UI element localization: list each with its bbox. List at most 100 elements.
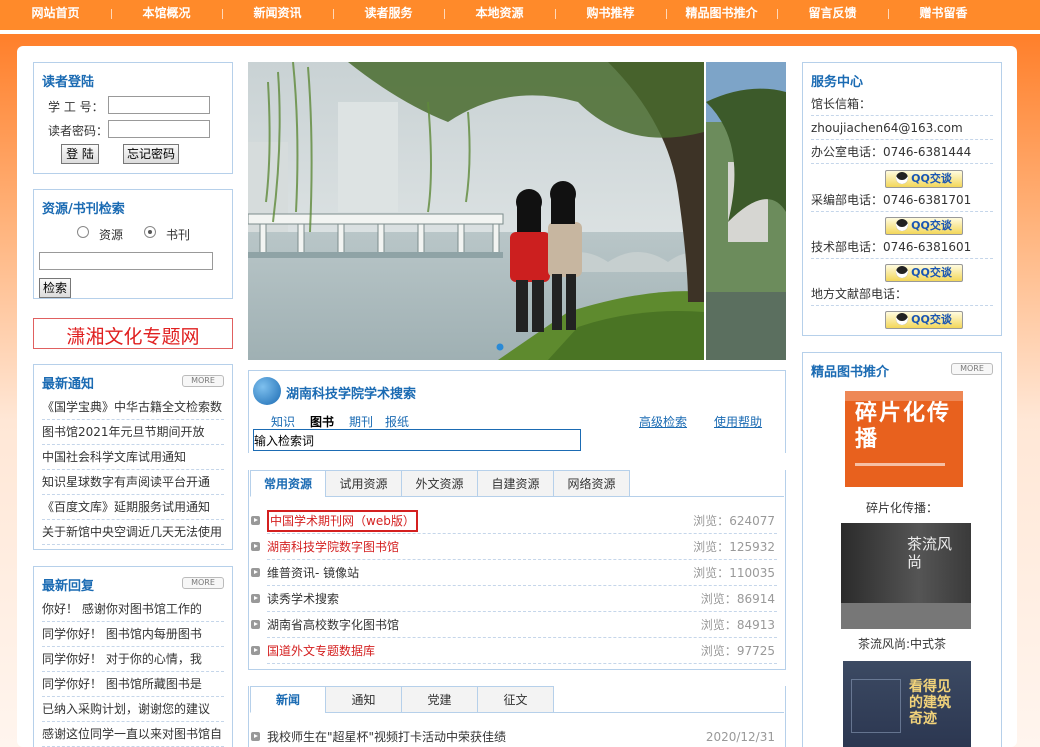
forgot-password-button[interactable]: 忘记密码 — [123, 144, 179, 164]
featured-books-box: 精品图书推介 MORE 碎片化传播 碎片化传播： 茶流风尚 茶流风尚:中式茶 看… — [802, 352, 1002, 747]
qq-chat-button-office[interactable]: QQ交谈 — [885, 170, 963, 188]
view-count: 125932 — [729, 540, 775, 554]
featured-books-title: 精品图书推介 — [811, 365, 890, 380]
tech-phone: 技术部电话：0746-6381601 — [811, 236, 993, 259]
director-mailbox-label: 馆长信箱： — [811, 93, 993, 116]
resource-row[interactable]: 维普资讯- 镜像站 浏览：110035 — [251, 560, 777, 586]
resource-row[interactable]: 湖南科技学院数字图书馆 浏览：125932 — [251, 534, 777, 560]
book-caption[interactable]: 茶流风尚:中式茶 — [803, 635, 1001, 652]
notice-item[interactable]: 《国学宝典》中华古籍全文检索数 — [42, 395, 224, 420]
resource-row[interactable]: 国道外文专题数据库 浏览：97725 — [251, 638, 777, 664]
notice-item[interactable]: 知识星球数字有声阅读平台开通 — [42, 470, 224, 495]
notices-more-button[interactable]: MORE — [182, 375, 224, 387]
tab-trial-resources[interactable]: 试用资源 — [325, 470, 402, 497]
news-title[interactable]: 我校师生在"超星杯"视频打卡活动中荣获佳绩 — [267, 730, 506, 744]
featured-books-more-button[interactable]: MORE — [951, 363, 993, 375]
radio-resources[interactable] — [77, 226, 89, 238]
book-cover[interactable]: 看得见的建筑奇迹 — [843, 661, 971, 747]
bullet-arrow-icon — [251, 620, 260, 629]
scholar-logo-icon — [253, 377, 281, 405]
tab-foreign-resources[interactable]: 外文资源 — [401, 470, 478, 497]
xiangxiang-culture-banner[interactable]: 潇湘文化专题网 — [33, 318, 233, 349]
search-box: 资源/书刊检索 资源 书刊 检索 — [33, 189, 233, 299]
qq-chat-button-cataloging[interactable]: QQ交谈 — [885, 217, 963, 235]
nav-about[interactable]: 本馆概况 — [111, 0, 222, 26]
bullet-arrow-icon — [251, 542, 260, 551]
tab-notices[interactable]: 通知 — [325, 686, 402, 713]
replies-box: 最新回复 MORE 你好！ 感谢你对图书馆工作的 同学你好！ 图书馆内每册图书 … — [33, 566, 233, 747]
qq-chat-button-tech[interactable]: QQ交谈 — [885, 264, 963, 282]
tab-web-resources[interactable]: 网络资源 — [553, 470, 630, 497]
reply-item[interactable]: 同学你好！ 图书馆所藏图书是 — [42, 672, 224, 697]
student-id-input[interactable] — [108, 96, 210, 114]
qq-penguin-icon — [896, 172, 909, 184]
password-input[interactable] — [108, 120, 210, 138]
advanced-search-link[interactable]: 高级检索 — [639, 413, 687, 430]
resource-row[interactable]: 湖南省高校数字化图书馆 浏览：84913 — [251, 612, 777, 638]
search-input[interactable] — [39, 252, 213, 270]
student-id-label: 学 工 号： — [48, 100, 104, 114]
book-caption[interactable]: 碎片化传播： — [803, 499, 1001, 516]
service-center-box: 服务中心 馆长信箱： zhoujiachen64@163.com 办公室电话：0… — [802, 62, 1002, 336]
radio-books[interactable] — [144, 226, 156, 238]
notices-box: 最新通知 MORE 《国学宝典》中华古籍全文检索数 图书馆2021年元旦节期间开… — [33, 364, 233, 550]
qq-chat-button-local-docs[interactable]: QQ交谈 — [885, 311, 963, 329]
book-cover[interactable]: 碎片化传播 — [845, 391, 963, 487]
resource-name[interactable]: 中国学术期刊网（web版） — [267, 510, 418, 532]
login-title: 读者登陆 — [42, 75, 95, 90]
nav-feedback[interactable]: 留言反馈 — [777, 0, 888, 26]
resource-row[interactable]: 读秀学术搜索 浏览：86914 — [251, 586, 777, 612]
content-panel: 读者登陆 学 工 号： 读者密码： 登 陆 忘记密码 资源/书刊检索 资源 书刊… — [17, 46, 1017, 747]
view-count: 624077 — [729, 514, 775, 528]
photo-slideshow[interactable] — [248, 62, 786, 360]
notice-item[interactable]: 图书馆2021年元旦节期间开放 — [42, 420, 224, 445]
nav-donation[interactable]: 赠书留香 — [888, 0, 999, 26]
reply-item[interactable]: 同学你好！ 图书馆内每册图书 — [42, 622, 224, 647]
tab-self-built-resources[interactable]: 自建资源 — [477, 470, 554, 497]
nav-reader-service[interactable]: 读者服务 — [333, 0, 444, 26]
director-email[interactable]: zhoujiachen64@163.com — [811, 117, 993, 140]
resource-row[interactable]: 中国学术期刊网（web版） 浏览：624077 — [251, 508, 777, 534]
nav-book-recommend[interactable]: 购书推荐 — [555, 0, 666, 26]
nav-home[interactable]: 网站首页 — [0, 0, 111, 26]
help-link[interactable]: 使用帮助 — [714, 413, 762, 430]
scholar-tab-newspapers[interactable]: 报纸 — [385, 413, 409, 430]
scholar-search-input[interactable] — [253, 429, 581, 451]
notice-item[interactable]: 《百度文库》延期服务试用通知 — [42, 495, 224, 520]
book-cover-title: 茶流风尚 — [907, 535, 953, 571]
tab-news[interactable]: 新闻 — [250, 686, 326, 713]
scholar-tab-knowledge[interactable]: 知识 — [271, 413, 295, 430]
cataloging-phone: 采编部电话：0746-6381701 — [811, 189, 993, 212]
scholar-tab-journals[interactable]: 期刊 — [349, 413, 373, 430]
notice-item[interactable]: 关于新馆中央空调近几天无法使用 — [42, 520, 224, 545]
scholar-tab-books[interactable]: 图书 — [310, 413, 334, 430]
book-cover[interactable]: 茶流风尚 — [841, 523, 971, 629]
resource-name[interactable]: 湖南科技学院数字图书馆 — [267, 540, 399, 554]
resource-name[interactable]: 维普资讯- 镜像站 — [267, 566, 359, 580]
view-count: 84913 — [736, 618, 775, 632]
book-cover-title: 碎片化传播 — [855, 401, 952, 452]
news-row[interactable]: 我校师生在"超星杯"视频打卡活动中荣获佳绩 2020/12/31 — [251, 724, 777, 747]
qq-penguin-icon — [896, 313, 909, 325]
reply-item[interactable]: 你好！ 感谢你对图书馆工作的 — [42, 597, 224, 622]
notice-item[interactable]: 中国社会科学文库试用通知 — [42, 445, 224, 470]
resource-name[interactable]: 湖南省高校数字化图书馆 — [267, 618, 399, 632]
reply-item[interactable]: 感谢这位同学一直以来对图书馆自 — [42, 722, 224, 747]
view-label: 浏览： — [693, 566, 730, 580]
service-title: 服务中心 — [811, 75, 864, 90]
reply-item[interactable]: 同学你好！ 对于你的心情，我 — [42, 647, 224, 672]
resource-name[interactable]: 读秀学术搜索 — [267, 592, 339, 606]
bullet-arrow-icon — [251, 594, 260, 603]
search-button[interactable]: 检索 — [39, 278, 71, 298]
nav-featured-books[interactable]: 精品图书推介 — [666, 0, 777, 26]
nav-news[interactable]: 新闻资讯 — [222, 0, 333, 26]
resource-name[interactable]: 国道外文专题数据库 — [267, 644, 375, 658]
tab-common-resources[interactable]: 常用资源 — [250, 470, 326, 497]
replies-more-button[interactable]: MORE — [182, 577, 224, 589]
nav-local-resources[interactable]: 本地资源 — [444, 0, 555, 26]
login-button[interactable]: 登 陆 — [61, 144, 99, 164]
reply-item[interactable]: 已纳入采购计划，谢谢您的建议 — [42, 697, 224, 722]
tab-party-building[interactable]: 党建 — [401, 686, 478, 713]
tab-essay[interactable]: 征文 — [477, 686, 554, 713]
news-date: 2020/12/31 — [705, 730, 775, 744]
